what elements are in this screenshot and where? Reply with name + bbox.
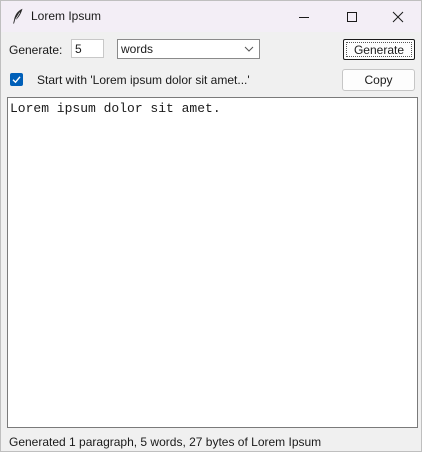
- window-title: Lorem Ipsum: [31, 9, 102, 23]
- vertical-scrollbar[interactable]: [411, 98, 417, 427]
- minimize-button[interactable]: [281, 1, 327, 32]
- count-value: 5: [75, 42, 82, 56]
- copy-button-label: Copy: [364, 73, 393, 87]
- close-icon: [392, 11, 404, 22]
- maximize-button[interactable]: [329, 1, 375, 32]
- close-button[interactable]: [375, 1, 421, 32]
- generate-button[interactable]: Generate: [343, 39, 415, 60]
- status-bar-text: Generated 1 paragraph, 5 words, 27 bytes…: [9, 435, 322, 449]
- output-text: Lorem ipsum dolor sit amet.: [10, 101, 221, 116]
- unit-select-value: words: [121, 42, 154, 56]
- checkmark-icon: [12, 76, 21, 84]
- output-textarea[interactable]: Lorem ipsum dolor sit amet.: [7, 97, 418, 428]
- start-with-label: Start with 'Lorem ipsum dolor sit amet..…: [37, 73, 250, 87]
- minimize-icon: [299, 16, 309, 18]
- app-window: Lorem Ipsum Generate: 5 words Generate S…: [0, 0, 422, 452]
- unit-select[interactable]: words: [117, 39, 260, 59]
- count-input[interactable]: 5: [71, 39, 104, 58]
- copy-button[interactable]: Copy: [342, 69, 415, 91]
- maximize-icon: [347, 11, 357, 22]
- title-bar[interactable]: Lorem Ipsum: [1, 1, 421, 32]
- focus-ring: [346, 42, 412, 57]
- chevron-down-icon: [244, 46, 254, 52]
- feather-icon: [13, 8, 23, 24]
- generate-count-label: Generate:: [9, 43, 63, 57]
- start-with-checkbox[interactable]: [10, 73, 23, 86]
